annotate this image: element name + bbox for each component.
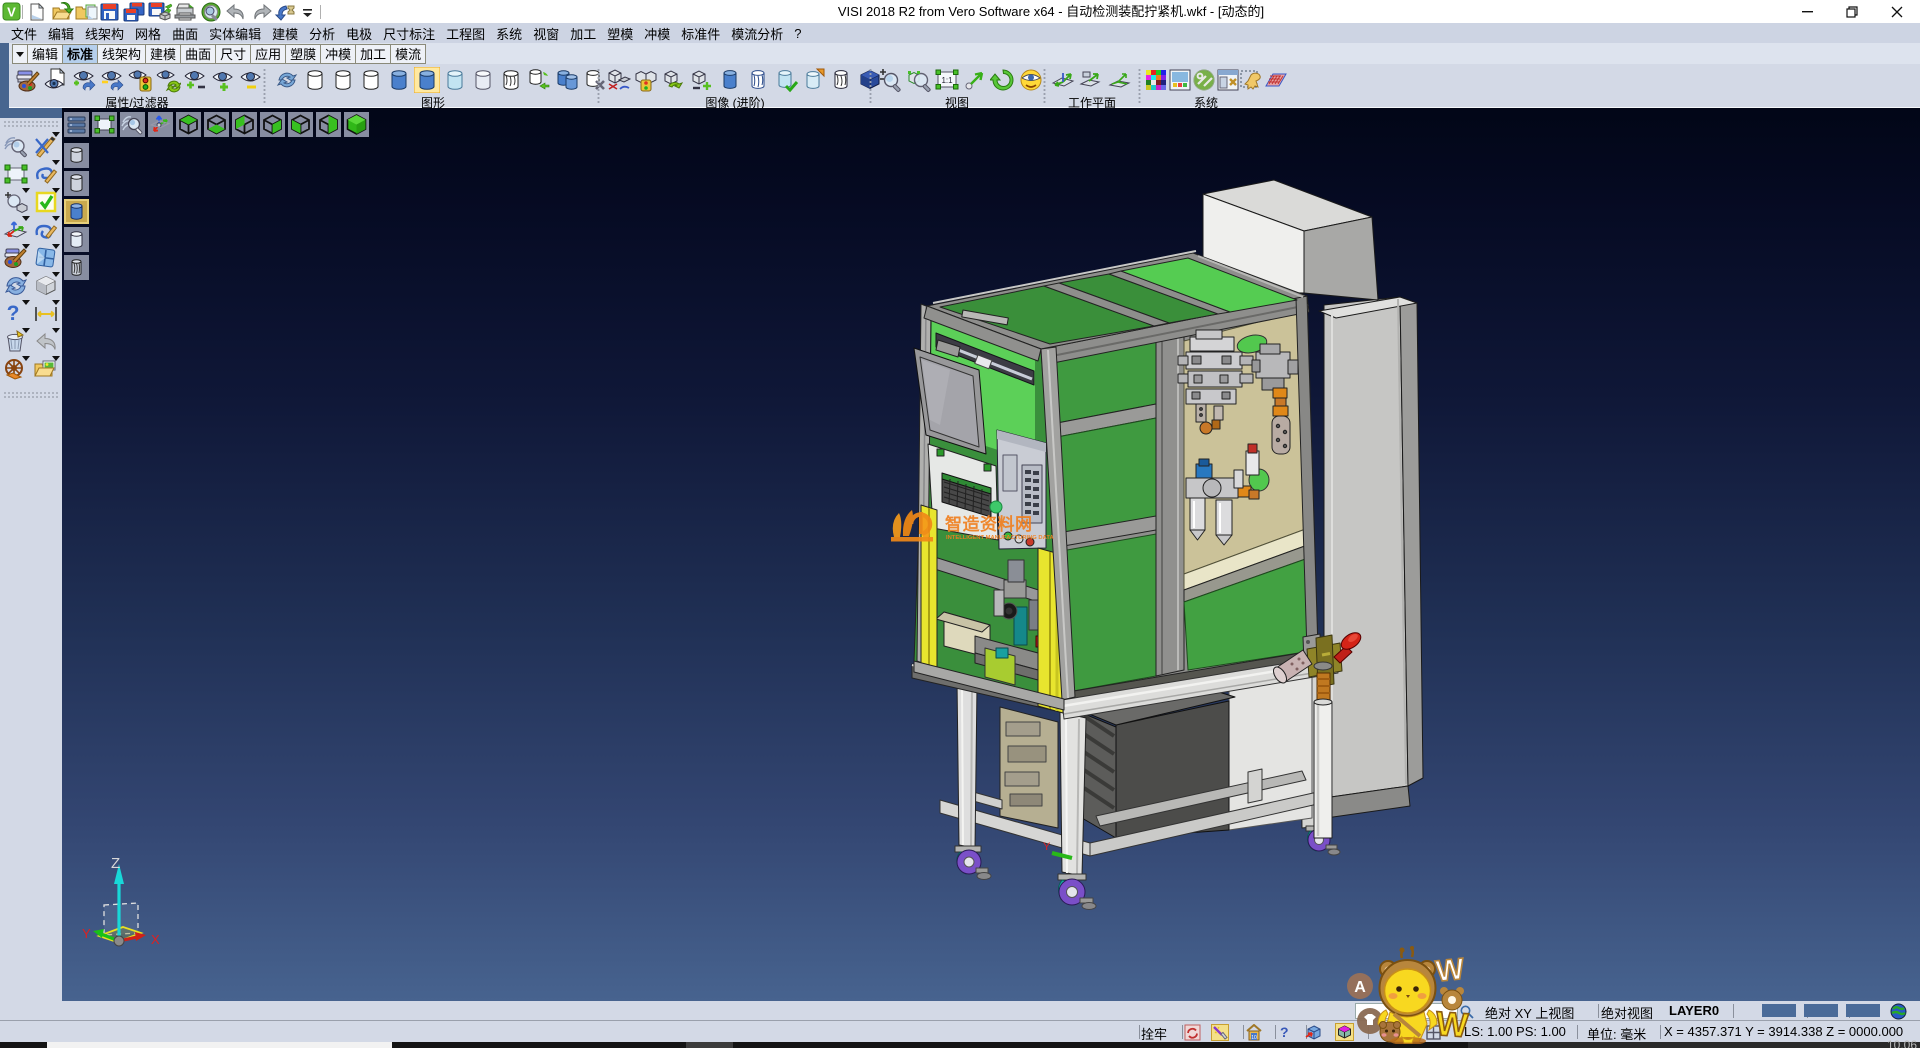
svg-text:A: A <box>1354 979 1366 996</box>
svg-text:10: 10 <box>1251 1035 1257 1041</box>
svg-text:Y: Y <box>1043 841 1051 853</box>
svg-text:W: W <box>1434 953 1466 989</box>
svg-text:Z: Z <box>111 855 120 872</box>
svg-text:X: X <box>151 932 160 947</box>
svg-text:智造资料网: 智造资料网 <box>945 514 1033 534</box>
svg-text:?: ? <box>7 302 20 325</box>
svg-text:Y: Y <box>82 926 91 941</box>
svg-text:INTELLIGENT MANUFACTURING DATA: INTELLIGENT MANUFACTURING DATA <box>946 535 1054 541</box>
svg-text:W: W <box>1435 1005 1471 1044</box>
svg-text:1:1: 1:1 <box>941 76 953 85</box>
